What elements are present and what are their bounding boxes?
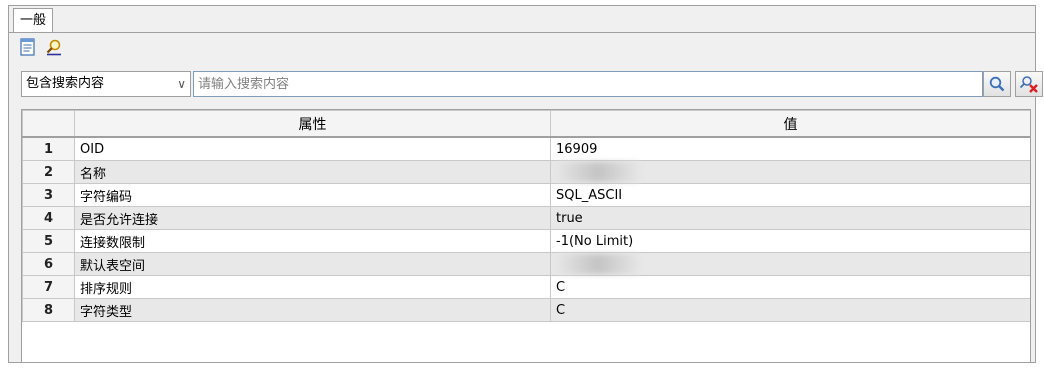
toolbar — [19, 38, 63, 62]
row-number: 4 — [22, 206, 75, 230]
redacted-value — [556, 254, 640, 274]
search-button[interactable] — [983, 71, 1011, 97]
property-value[interactable]: C — [550, 275, 1030, 299]
property-name: 排序规则 — [74, 275, 551, 299]
table-row[interactable]: 8 字符类型 C — [22, 298, 1030, 322]
row-number: 3 — [22, 183, 75, 207]
property-name: 连接数限制 — [74, 229, 551, 253]
tab-bar: 一般 — [9, 6, 1035, 33]
search-scope-dropdown[interactable]: 包含搜索内容 ∨ — [21, 71, 191, 97]
property-name: OID — [74, 136, 551, 161]
row-number: 7 — [22, 275, 75, 299]
chevron-down-icon: ∨ — [177, 77, 186, 91]
column-header-value[interactable]: 值 — [550, 110, 1030, 138]
row-number: 5 — [22, 229, 75, 253]
table-row[interactable]: 4 是否允许连接 true — [22, 206, 1030, 230]
search-icon — [989, 76, 1005, 92]
grid-header-row: 属性 值 — [22, 110, 1030, 138]
table-row[interactable]: 7 排序规则 C — [22, 275, 1030, 299]
row-number-header — [22, 110, 75, 138]
document-icon[interactable] — [19, 38, 37, 62]
property-name: 字符编码 — [74, 183, 551, 207]
properties-grid: 属性 值 1 OID 16909 2 名称 3 字符编码 SQL_ASCII 4… — [21, 109, 1031, 363]
property-value[interactable]: SQL_ASCII — [550, 183, 1030, 207]
property-name: 是否允许连接 — [74, 206, 551, 230]
table-row[interactable]: 2 名称 — [22, 160, 1030, 184]
redacted-value — [556, 162, 640, 182]
find-icon[interactable] — [45, 38, 63, 62]
property-value[interactable] — [550, 160, 1030, 184]
property-value[interactable] — [550, 252, 1030, 276]
properties-table: 属性 值 1 OID 16909 2 名称 3 字符编码 SQL_ASCII 4… — [22, 110, 1030, 322]
table-row[interactable]: 3 字符编码 SQL_ASCII — [22, 183, 1030, 207]
row-number: 6 — [22, 252, 75, 276]
property-value[interactable]: 16909 — [550, 136, 1030, 161]
search-scope-label: 包含搜索内容 — [26, 76, 105, 91]
clear-search-button[interactable] — [1015, 71, 1043, 97]
table-row[interactable]: 1 OID 16909 — [22, 136, 1030, 161]
table-row[interactable]: 6 默认表空间 — [22, 252, 1030, 276]
row-number: 1 — [22, 136, 75, 161]
property-name: 默认表空间 — [74, 252, 551, 276]
search-row: 包含搜索内容 ∨ — [21, 71, 1043, 97]
search-input[interactable] — [193, 71, 983, 97]
column-header-property[interactable]: 属性 — [74, 110, 551, 138]
clear-search-icon — [1019, 76, 1038, 93]
properties-panel: 一般 包含搜索内容 ∨ 请输入搜索内容 属性 值 1 OID 16909 2 名… — [8, 5, 1043, 363]
property-value[interactable]: C — [550, 298, 1030, 322]
tab-divider — [9, 32, 1035, 33]
tab-general[interactable]: 一般 — [13, 8, 54, 33]
property-value[interactable]: -1(No Limit) — [550, 229, 1030, 253]
property-value[interactable]: true — [550, 206, 1030, 230]
row-number: 8 — [22, 298, 75, 322]
table-row[interactable]: 5 连接数限制 -1(No Limit) — [22, 229, 1030, 253]
row-number: 2 — [22, 160, 75, 184]
property-name: 名称 — [74, 160, 551, 184]
property-name: 字符类型 — [74, 298, 551, 322]
